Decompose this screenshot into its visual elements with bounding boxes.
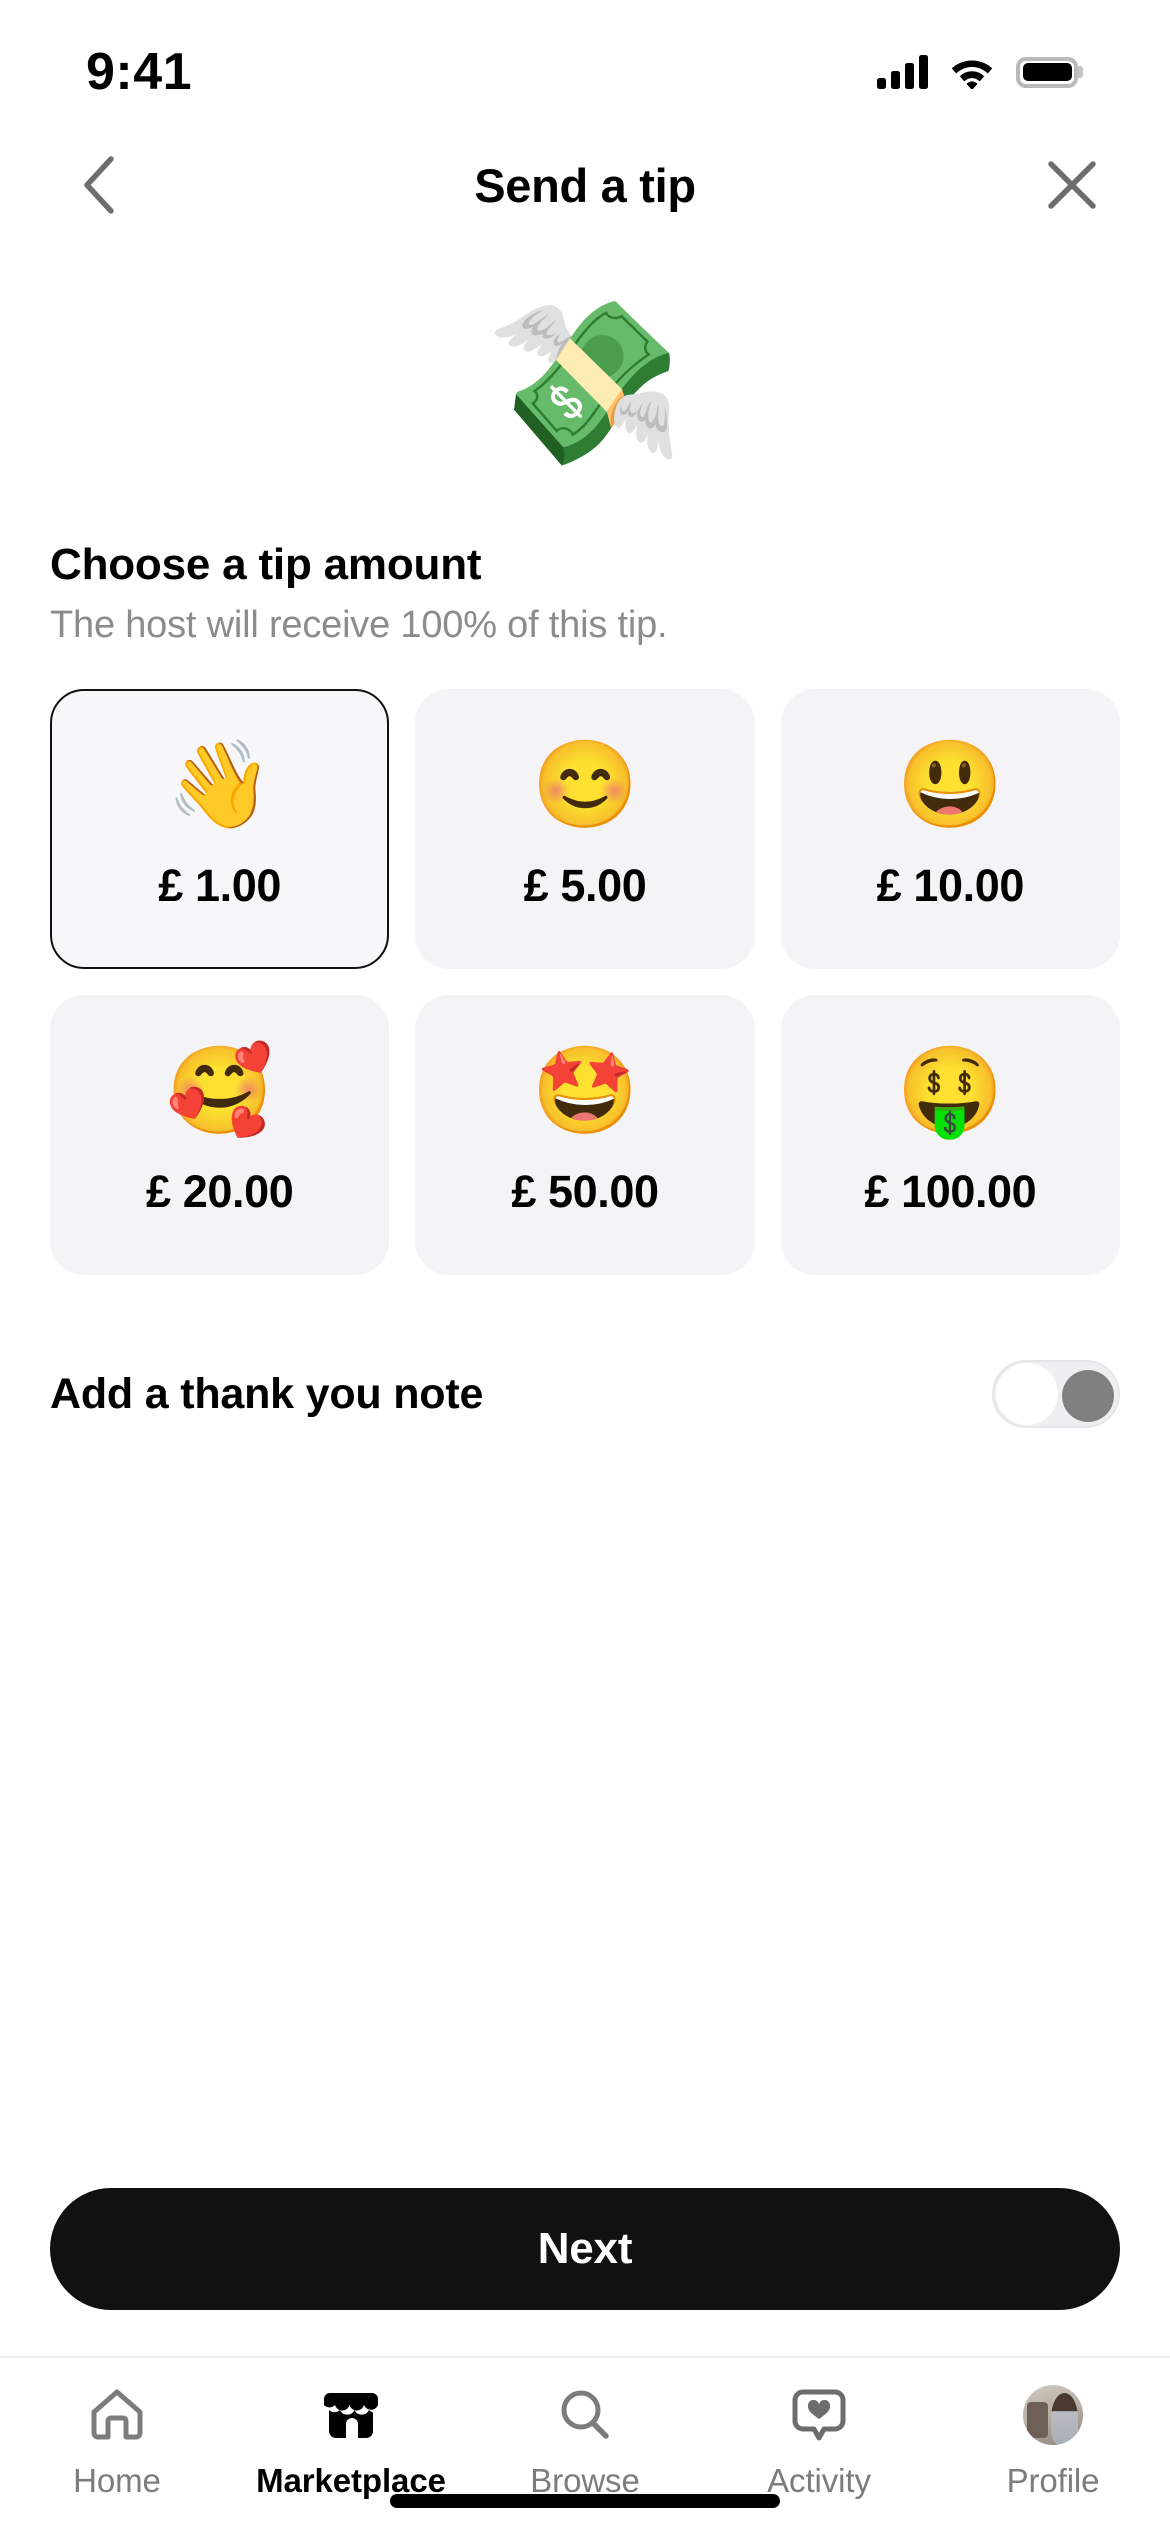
status-time: 9:41 xyxy=(86,43,193,101)
avatar-icon xyxy=(1023,2384,1083,2446)
main-content: 💸 Choose a tip amount The host will rece… xyxy=(0,240,1170,2356)
money-mouth-face-emoji: 🤑 xyxy=(896,1043,1004,1139)
tab-profile[interactable]: Profile xyxy=(936,2384,1170,2500)
page-title: Send a tip xyxy=(474,158,696,212)
storefront-icon xyxy=(322,2384,380,2446)
nav-bar: Send a tip xyxy=(0,130,1170,240)
avatar xyxy=(1023,2385,1083,2445)
section-subheading: The host will receive 100% of this tip. xyxy=(50,604,668,646)
tip-amount-label: £ 5.00 xyxy=(523,860,647,911)
phone-screen: 9:41 Send a tip 💸 Choose a tip amount Th… xyxy=(0,0,1170,2532)
thank-you-note-label: Add a thank you note xyxy=(50,1369,484,1418)
home-icon xyxy=(88,2384,146,2446)
tab-label: Profile xyxy=(1006,2462,1100,2499)
tip-amount-grid: 👋 £ 1.00 😊 £ 5.00 😃 £ 10.00 🥰 £ 20.00 🤩 … xyxy=(50,689,1120,1275)
money-with-wings-emoji: 💸 xyxy=(485,293,685,472)
star-struck-emoji: 🤩 xyxy=(531,1043,639,1139)
close-icon xyxy=(1048,161,1096,209)
tip-option-5[interactable]: 🤩 £ 50.00 xyxy=(415,995,755,1275)
tip-amount-label: £ 100.00 xyxy=(864,1166,1037,1217)
search-icon xyxy=(556,2384,614,2446)
tip-amount-label: £ 1.00 xyxy=(158,860,282,911)
tip-amount-label: £ 20.00 xyxy=(145,1166,294,1217)
thank-you-note-toggle[interactable] xyxy=(992,1360,1120,1428)
home-indicator xyxy=(390,2494,780,2508)
tab-marketplace[interactable]: Marketplace xyxy=(234,2384,468,2500)
tip-option-1[interactable]: 👋 £ 1.00 xyxy=(50,689,390,969)
chevron-left-icon xyxy=(84,156,114,214)
tab-home[interactable]: Home xyxy=(0,2384,234,2500)
cta-container: Next xyxy=(50,2188,1120,2356)
thank-you-note-row: Add a thank you note xyxy=(50,1351,1120,1437)
next-button[interactable]: Next xyxy=(50,2188,1120,2310)
smiling-face-emoji: 😊 xyxy=(531,737,639,833)
heart-bubble-icon xyxy=(790,2384,848,2446)
status-icons xyxy=(877,41,1078,89)
tip-option-3[interactable]: 😃 £ 10.00 xyxy=(780,689,1120,969)
back-button[interactable] xyxy=(62,149,134,221)
hero-illustration: 💸 xyxy=(50,248,1120,518)
waving-hand-emoji: 👋 xyxy=(166,737,274,833)
tab-label: Activity xyxy=(767,2462,871,2499)
smiling-face-hearts-emoji: 🥰 xyxy=(166,1043,274,1139)
tip-option-2[interactable]: 😊 £ 5.00 xyxy=(415,689,755,969)
battery-icon xyxy=(1016,56,1078,88)
grinning-face-emoji: 😃 xyxy=(896,737,1004,833)
close-button[interactable] xyxy=(1036,149,1108,221)
cellular-signal-icon xyxy=(877,55,928,89)
tab-activity[interactable]: Activity xyxy=(702,2384,936,2500)
tip-amount-label: £ 50.00 xyxy=(511,1166,659,1217)
toggle-track-dot xyxy=(996,1363,1058,1425)
wifi-icon xyxy=(951,60,993,89)
section-heading: Choose a tip amount xyxy=(50,540,482,589)
tab-label: Home xyxy=(73,2462,161,2499)
tip-amount-label: £ 10.00 xyxy=(876,860,1025,911)
toggle-knob xyxy=(1062,1370,1114,1422)
tab-browse[interactable]: Browse xyxy=(468,2384,702,2500)
tip-option-4[interactable]: 🥰 £ 20.00 xyxy=(50,995,390,1275)
tip-option-6[interactable]: 🤑 £ 100.00 xyxy=(780,995,1120,1275)
status-bar: 9:41 xyxy=(0,0,1170,130)
